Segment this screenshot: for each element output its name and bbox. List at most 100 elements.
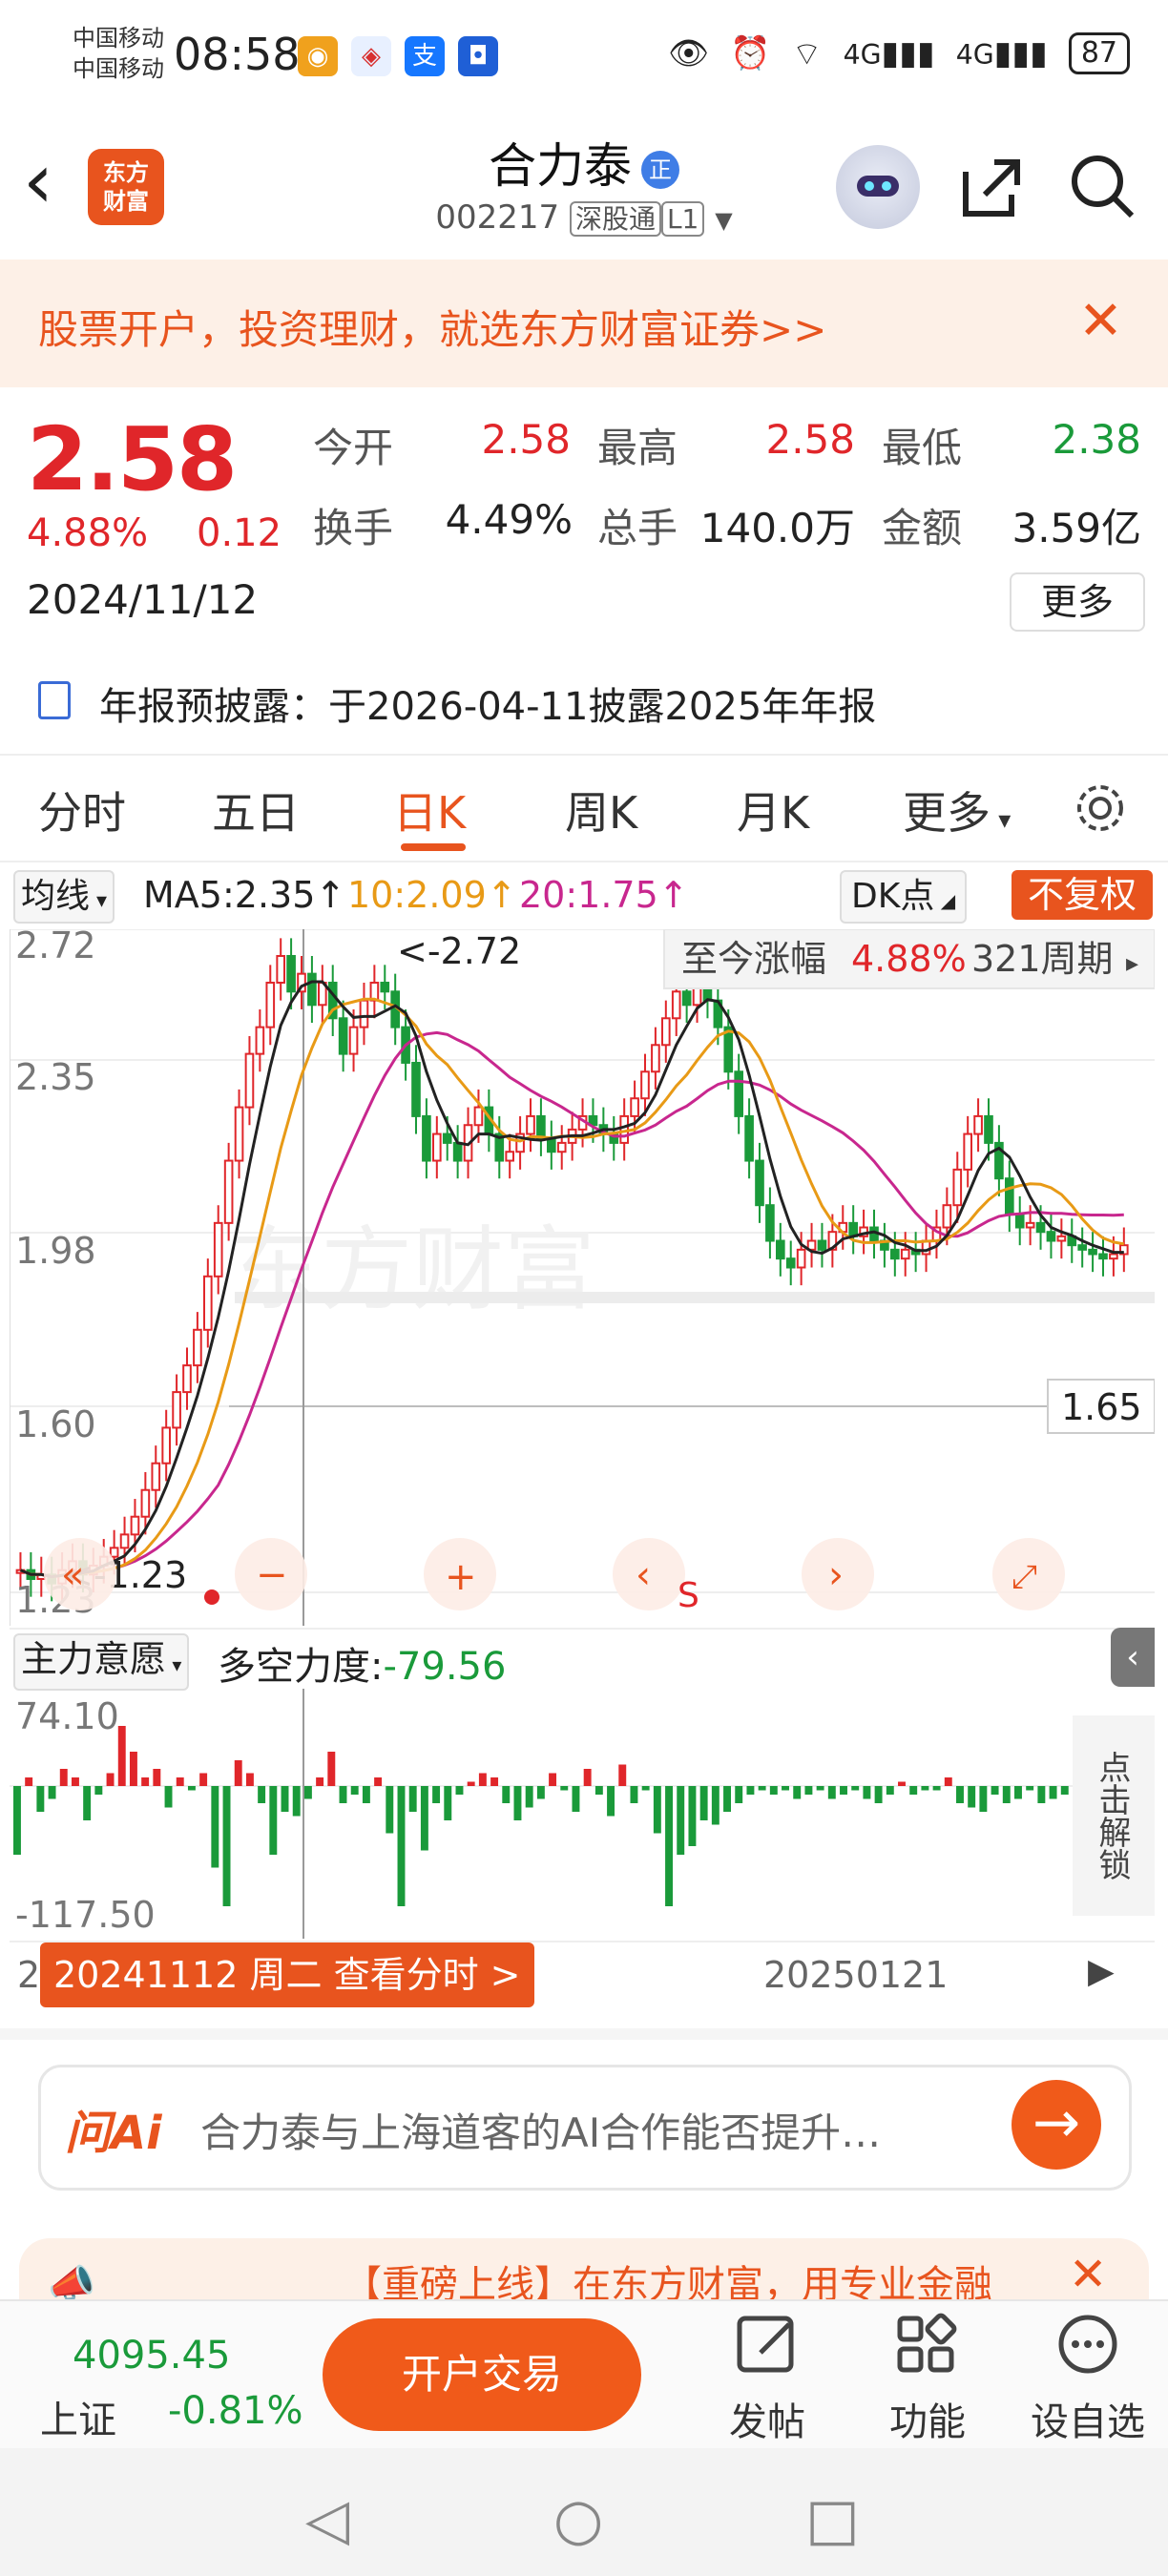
svg-text:⤢: ⤢: [1012, 1558, 1037, 1596]
nav-recents-icon[interactable]: □: [805, 2486, 860, 2553]
stat-value: 2.38: [1052, 416, 1141, 463]
ai-input[interactable]: 合力泰与上海道客的AI合作能否提升…: [200, 2101, 881, 2159]
candle: [640, 1070, 650, 1100]
report-notice[interactable]: 年报预披露：于2026-04-11披露2025年年报: [99, 675, 876, 731]
app-icon: ◘: [458, 36, 498, 76]
arrow-right-icon[interactable]: →: [1012, 2080, 1101, 2170]
candle: [1005, 1177, 1014, 1215]
add-watchlist-label[interactable]: 设自选: [1021, 2391, 1155, 2446]
candle: [411, 1061, 421, 1117]
grid-icon[interactable]: [870, 2311, 985, 2391]
candle: [556, 1141, 567, 1153]
settings-icon[interactable]: [1071, 779, 1130, 841]
assistant-robot-icon[interactable]: [836, 145, 920, 229]
tab-weekly-k[interactable]: 周K: [565, 779, 637, 841]
indicator-bar: [59, 1769, 68, 1786]
index-value[interactable]: 4095.45: [73, 2334, 230, 2378]
weibo-icon: ◉: [298, 36, 338, 76]
more-icon[interactable]: [1031, 2311, 1145, 2391]
kline-chart[interactable]: 东方财富 2.72 2.35 1.98 1.60 1.23 <-2.72 <-1…: [10, 929, 1155, 1626]
tab-intraday[interactable]: 分时: [38, 779, 126, 841]
play-icon[interactable]: ▶: [1088, 1952, 1115, 1991]
indicator-bar: [653, 1786, 661, 1834]
tab-five-day[interactable]: 五日: [212, 779, 300, 841]
indicator-bar: [187, 1786, 196, 1791]
close-icon[interactable]: ✕: [1078, 290, 1123, 352]
indicator-bar: [117, 1726, 126, 1786]
indicator-bar: [83, 1786, 92, 1820]
indicator-bar: [374, 1777, 383, 1786]
nav-back-icon[interactable]: ◁: [305, 2486, 349, 2553]
function-label[interactable]: 功能: [870, 2391, 985, 2446]
indicator-bar: [71, 1777, 79, 1786]
edit-icon[interactable]: [710, 2311, 824, 2391]
adjust-toggle[interactable]: 不复权: [1012, 870, 1153, 920]
indicator-bar: [467, 1781, 475, 1786]
unlock-button[interactable]: 点击解锁: [1073, 1715, 1155, 1916]
candle: [151, 1462, 161, 1491]
indicator-bar: [909, 1786, 918, 1795]
indicator-bar: [350, 1786, 359, 1795]
candle: [1025, 1221, 1035, 1229]
tab-daily-k[interactable]: 日K: [393, 779, 466, 841]
indicator-bar: [490, 1777, 499, 1786]
chevron-right-icon[interactable]: ▸: [1126, 949, 1138, 978]
dk-point-select[interactable]: DK点 ◢: [840, 870, 968, 924]
indicator-bar: [502, 1786, 511, 1803]
indicator-bar: [746, 1786, 755, 1795]
stat-value: 3.59亿: [1012, 505, 1141, 551]
nav-home-icon[interactable]: ○: [553, 2486, 603, 2553]
candle: [380, 981, 390, 993]
indicator-bar: [478, 1773, 487, 1786]
candle: [213, 1221, 223, 1278]
indicator-bar: [94, 1786, 103, 1795]
candle: [1088, 1248, 1097, 1256]
change-value: 0.12: [197, 511, 282, 555]
indicator-bar: [921, 1786, 929, 1791]
change-percent: 4.88%: [27, 511, 149, 555]
alarm-icon: ⏰: [730, 34, 771, 73]
tab-monthly-k[interactable]: 月K: [737, 779, 809, 841]
candle: [661, 1017, 671, 1047]
stat-value: 2.58: [765, 416, 855, 463]
post-label[interactable]: 发帖: [710, 2391, 824, 2446]
share-icon[interactable]: [958, 153, 1027, 237]
stat-label: 总手: [597, 505, 678, 551]
indicator-bar: [258, 1786, 266, 1803]
index-name[interactable]: 上证: [40, 2389, 116, 2444]
indicator-bar: [397, 1786, 406, 1906]
open-trade-button[interactable]: 开户交易: [323, 2318, 641, 2431]
indicator-bar: [48, 1786, 56, 1799]
promo-text[interactable]: 股票开户，投资理财，就选东方财富证券>>: [38, 298, 826, 356]
indicator-bar: [723, 1786, 731, 1812]
date-pill-button[interactable]: 20241112 周二 查看分时 >: [40, 1942, 534, 2007]
candle: [963, 1132, 973, 1171]
indicator-select[interactable]: 主力意愿 ▾: [13, 1633, 190, 1691]
candle: [744, 1114, 754, 1162]
ma-select[interactable]: 均线 ▾: [13, 870, 115, 924]
search-icon[interactable]: [1069, 153, 1137, 237]
tab-more[interactable]: 更多 ▾: [903, 779, 1011, 841]
candle: [473, 1106, 484, 1127]
indicator-bar: [991, 1786, 999, 1795]
collapse-icon[interactable]: ‹: [1111, 1628, 1155, 1687]
candle: [681, 990, 692, 1007]
candle: [193, 1328, 202, 1367]
indicator-bar: [583, 1769, 592, 1786]
indicator-bar: [782, 1786, 789, 1791]
candle: [307, 972, 317, 1007]
mobile-app-icon: ◈: [351, 36, 391, 76]
index-change[interactable]: -0.81%: [168, 2389, 303, 2433]
candle: [244, 1052, 255, 1109]
indicator-bar: [572, 1786, 580, 1812]
stat-label: 最高: [597, 425, 678, 471]
gain-value: 4.88%: [851, 938, 967, 980]
sub-indicator-chart[interactable]: 74.10 -117.50: [10, 1689, 1078, 1939]
indicator-bar: [176, 1777, 184, 1786]
indicator-bar: [281, 1786, 289, 1812]
indicator-bar: [1026, 1786, 1034, 1791]
more-button[interactable]: 更多: [1010, 572, 1145, 632]
battery-icon: 87: [1068, 32, 1130, 74]
close-banner-icon[interactable]: ✕: [1069, 2248, 1107, 2301]
candle: [1109, 1253, 1118, 1260]
